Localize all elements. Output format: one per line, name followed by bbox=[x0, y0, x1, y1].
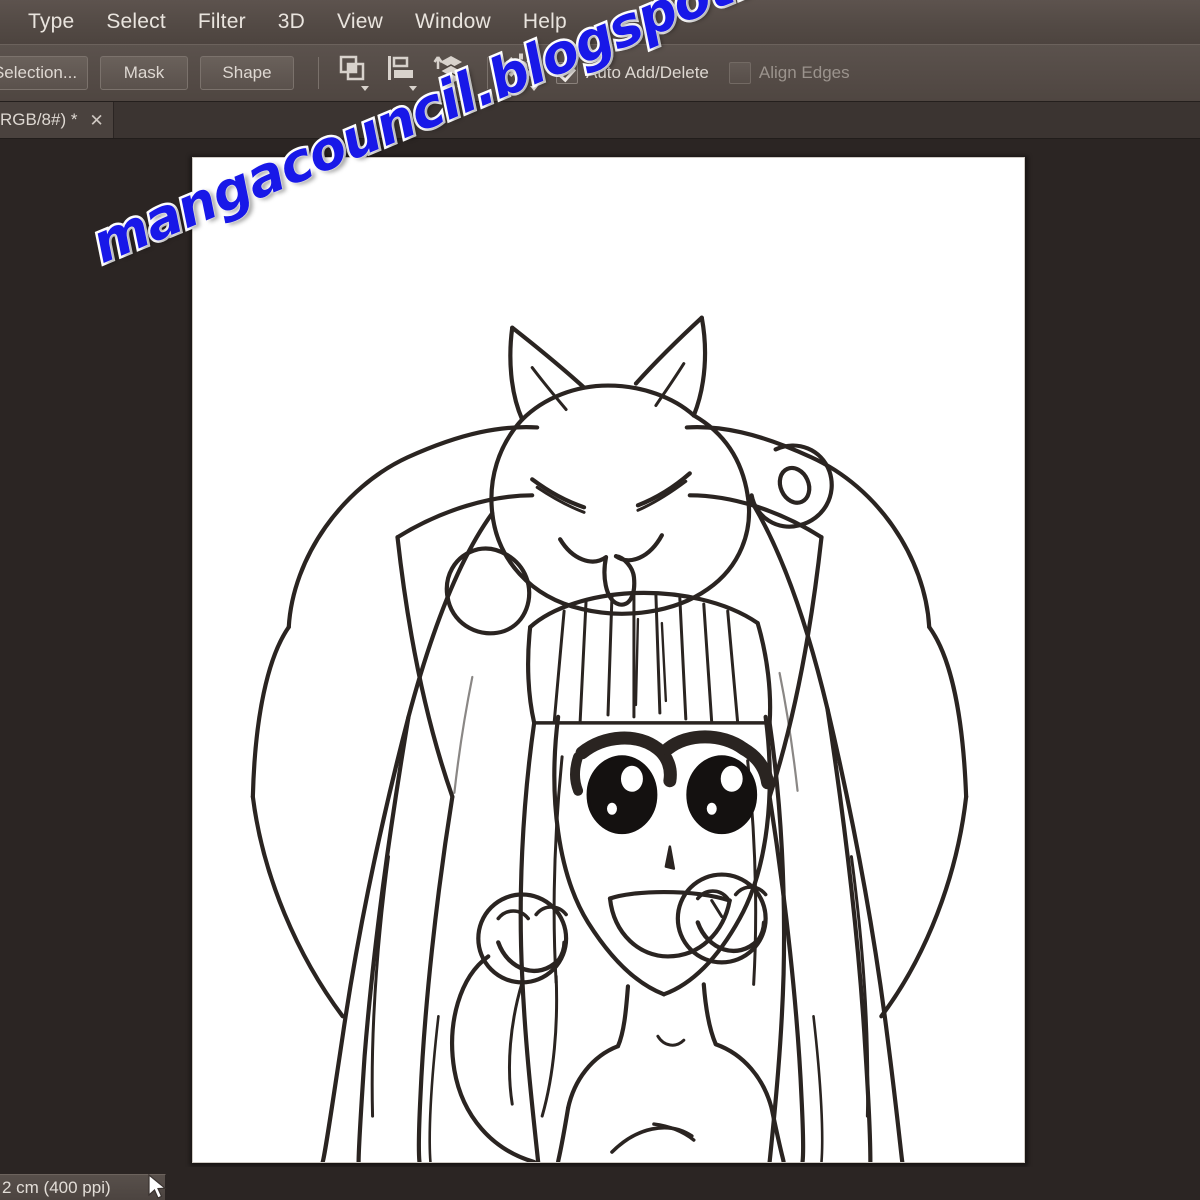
path-alignment-icon[interactable] bbox=[379, 53, 421, 93]
make-selection-button[interactable]: Selection... bbox=[0, 56, 88, 90]
auto-add-delete-label: Auto Add/Delete bbox=[586, 63, 709, 82]
document-tab-active[interactable]: RGB/8#) * ✕ bbox=[0, 102, 115, 138]
document-tab-label: RGB/8#) * bbox=[0, 110, 78, 129]
status-info-panel[interactable]: 2 cm (400 ppi) bbox=[0, 1174, 166, 1200]
document-size-text: 2 cm (400 ppi) bbox=[2, 1177, 111, 1197]
mouse-pointer-icon bbox=[148, 1174, 167, 1199]
image-canvas[interactable] bbox=[192, 157, 1025, 1163]
make-mask-button[interactable]: Mask bbox=[100, 56, 188, 90]
make-shape-button[interactable]: Shape bbox=[200, 56, 294, 90]
chevron-down-icon bbox=[530, 86, 538, 91]
menu-bar: Type Select Filter 3D View Window Help bbox=[0, 0, 1200, 44]
menu-item-3d[interactable]: 3D bbox=[262, 0, 321, 44]
menu-item-filter[interactable]: Filter bbox=[182, 0, 262, 44]
menu-item-help[interactable]: Help bbox=[507, 0, 583, 44]
photoshop-window: Type Select Filter 3D View Window Help S… bbox=[0, 0, 1200, 1200]
close-icon[interactable]: ✕ bbox=[89, 112, 103, 129]
auto-add-delete-checkbox[interactable] bbox=[556, 62, 578, 84]
options-separator-1 bbox=[318, 57, 319, 89]
document-tab-bar: RGB/8#) * ✕ bbox=[0, 102, 1200, 139]
path-operations-icon[interactable] bbox=[331, 53, 373, 93]
path-arrangement-icon[interactable] bbox=[427, 53, 469, 93]
menu-item-type[interactable]: Type bbox=[12, 0, 90, 44]
chevron-down-icon bbox=[409, 86, 417, 91]
menu-item-select[interactable]: Select bbox=[90, 0, 182, 44]
menu-item-view[interactable]: View bbox=[321, 0, 399, 44]
status-bar: 2 cm (400 ppi) bbox=[0, 1167, 1200, 1200]
menu-item-window[interactable]: Window bbox=[399, 0, 507, 44]
align-edges-checkbox[interactable] bbox=[728, 62, 751, 84]
gear-icon[interactable] bbox=[500, 53, 542, 93]
options-bar: Selection... Mask Shape Auto Add/Delete … bbox=[0, 44, 1200, 102]
options-separator-2 bbox=[487, 57, 488, 89]
align-edges-label: Align Edges bbox=[758, 63, 850, 82]
line-art-drawing bbox=[250, 315, 969, 1162]
chevron-down-icon bbox=[457, 86, 465, 91]
chevron-down-icon bbox=[361, 86, 369, 91]
